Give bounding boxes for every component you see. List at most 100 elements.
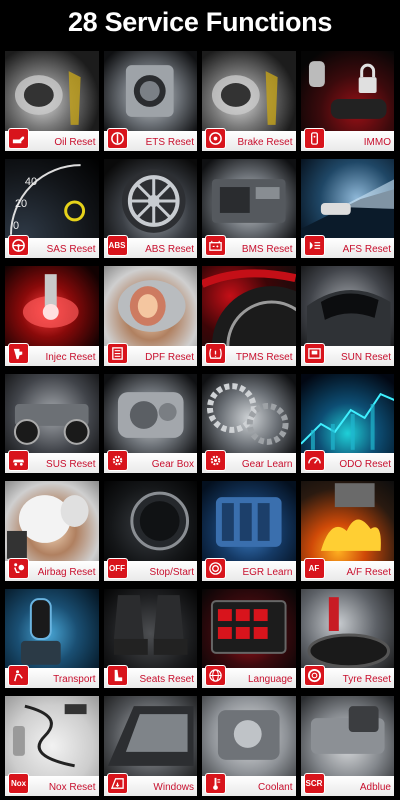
- seat-icon: [106, 665, 128, 686]
- tile-tpms-reset[interactable]: TPMS Reset: [202, 266, 296, 366]
- tile-label: A/F Reset: [346, 566, 391, 578]
- odometer-icon: [303, 450, 325, 471]
- tile-transport[interactable]: Transport: [5, 588, 99, 688]
- tile-gear-box[interactable]: Gear Box: [103, 373, 197, 473]
- airbag-reset-image: [6, 495, 89, 559]
- tile-sun-reset[interactable]: SUN Reset: [300, 266, 394, 366]
- tile-label: Oil Reset: [54, 136, 96, 148]
- auto-start-stop-icon: OFF: [106, 557, 128, 579]
- coolant-image: [217, 710, 280, 760]
- gear-learn-image: [206, 382, 289, 445]
- tile-label: Gear Box: [151, 459, 194, 470]
- filter-icon: [106, 342, 128, 364]
- tile-label: Airbag Reset: [37, 566, 96, 578]
- oil-can-icon: [8, 127, 29, 149]
- airbag-icon: [8, 557, 29, 579]
- tile-coolant[interactable]: Coolant: [202, 696, 296, 796]
- globe-icon: [205, 665, 226, 686]
- dpf-reset-image: [117, 280, 186, 332]
- tile-egr-learn[interactable]: EGR Learn: [202, 481, 296, 581]
- tile-label: DPF Reset: [145, 351, 194, 363]
- tile-label: Nox Reset: [48, 781, 96, 793]
- afs-reset-image: [300, 178, 394, 239]
- tile-bms-reset[interactable]: BMS Reset: [202, 158, 296, 258]
- tile-label: Language: [248, 674, 293, 685]
- abs-reset-image: [121, 168, 186, 233]
- svg-text:20: 20: [15, 197, 27, 209]
- tile-label: Gear Learn: [241, 459, 293, 470]
- thermometer-icon: [205, 772, 226, 794]
- seats-reset-image: [113, 594, 188, 655]
- suspension-icon: [8, 450, 29, 471]
- transport-mode-icon: [8, 665, 29, 686]
- sunroof-icon: [303, 342, 325, 364]
- tyre-reset-image: [306, 596, 390, 668]
- tile-label: Seats Reset: [139, 674, 194, 685]
- gear-icon: [205, 450, 226, 471]
- egr-icon: [205, 557, 226, 579]
- tile-seats-reset[interactable]: Seats Reset: [103, 588, 197, 688]
- throttle-icon: [106, 127, 128, 149]
- ets-reset-image: [125, 65, 174, 117]
- tile-label: Brake Reset: [237, 136, 293, 148]
- immo-image: [308, 61, 387, 119]
- headlight-icon: [303, 235, 325, 256]
- service-functions-grid: Oil Reset ETS Reset Brake Reset IMMO 40 2…: [5, 51, 395, 796]
- battery-icon: [205, 235, 226, 256]
- tile-af-reset[interactable]: AF A/F Reset: [300, 481, 394, 581]
- abs-icon: ABS: [106, 235, 128, 256]
- windows-image: [107, 706, 194, 766]
- tpms-reset-image: [202, 269, 296, 346]
- tile-label: Coolant: [258, 781, 293, 793]
- tile-oil-reset[interactable]: Oil Reset: [5, 51, 99, 151]
- odo-reset-image: [300, 392, 394, 450]
- tile-label: BMS Reset: [241, 244, 293, 255]
- tile-tyre-reset[interactable]: Tyre Reset: [300, 588, 394, 688]
- air-fuel-icon: AF: [303, 557, 325, 579]
- tile-airbag-reset[interactable]: Airbag Reset: [5, 481, 99, 581]
- af-reset-image: [320, 483, 381, 551]
- tile-label: Tyre Reset: [342, 674, 391, 685]
- transport-image: [20, 597, 61, 665]
- tile-afs-reset[interactable]: AFS Reset: [300, 158, 394, 258]
- tile-sus-reset[interactable]: SUS Reset: [5, 373, 99, 473]
- tile-label: Injec Reset: [45, 351, 96, 363]
- tile-injec-reset[interactable]: Injec Reset: [5, 266, 99, 366]
- tile-label: EGR Learn: [242, 566, 293, 578]
- nox-reset-image: [12, 704, 87, 768]
- gear-icon: [106, 450, 128, 471]
- brake-reset-image: [211, 71, 278, 125]
- tile-adblue[interactable]: SCR Adblue: [300, 696, 394, 796]
- tire-pressure-icon: [205, 342, 226, 364]
- tile-ets-reset[interactable]: ETS Reset: [103, 51, 197, 151]
- tyre-icon: [303, 665, 325, 686]
- tile-label: ABS Reset: [145, 244, 194, 255]
- key-icon: [303, 127, 325, 149]
- tile-stop-start[interactable]: OFF Stop/Start: [103, 481, 197, 581]
- oil-reset-image: [14, 71, 81, 125]
- sus-reset-image: [13, 403, 90, 445]
- tile-dpf-reset[interactable]: DPF Reset: [103, 266, 197, 366]
- tile-label: SUS Reset: [46, 459, 96, 470]
- window-icon: [106, 772, 128, 794]
- tile-abs-reset[interactable]: ABS ABS Reset: [103, 158, 197, 258]
- language-image: [210, 599, 287, 654]
- injec-reset-image: [22, 274, 79, 328]
- tile-label: IMMO: [363, 136, 391, 148]
- tile-nox-reset[interactable]: Nox Nox Reset: [5, 696, 99, 796]
- tile-immo[interactable]: IMMO: [300, 51, 394, 151]
- tile-brake-reset[interactable]: Brake Reset: [202, 51, 296, 151]
- tile-label: TPMS Reset: [235, 351, 293, 363]
- tile-language[interactable]: Language: [202, 588, 296, 688]
- tile-odo-reset[interactable]: ODO Reset: [300, 373, 394, 473]
- tile-label: AFS Reset: [342, 244, 391, 255]
- egr-learn-image: [215, 497, 282, 547]
- tile-sas-reset[interactable]: 40 20 0 SAS Reset: [5, 158, 99, 258]
- tile-label: SAS Reset: [46, 244, 96, 255]
- tile-label: SUN Reset: [340, 351, 391, 363]
- tile-label: Adblue: [359, 781, 391, 793]
- tile-windows[interactable]: Windows: [103, 696, 197, 796]
- stop-start-image: [129, 491, 189, 551]
- adblue-image: [310, 706, 385, 754]
- tile-gear-learn[interactable]: Gear Learn: [202, 373, 296, 473]
